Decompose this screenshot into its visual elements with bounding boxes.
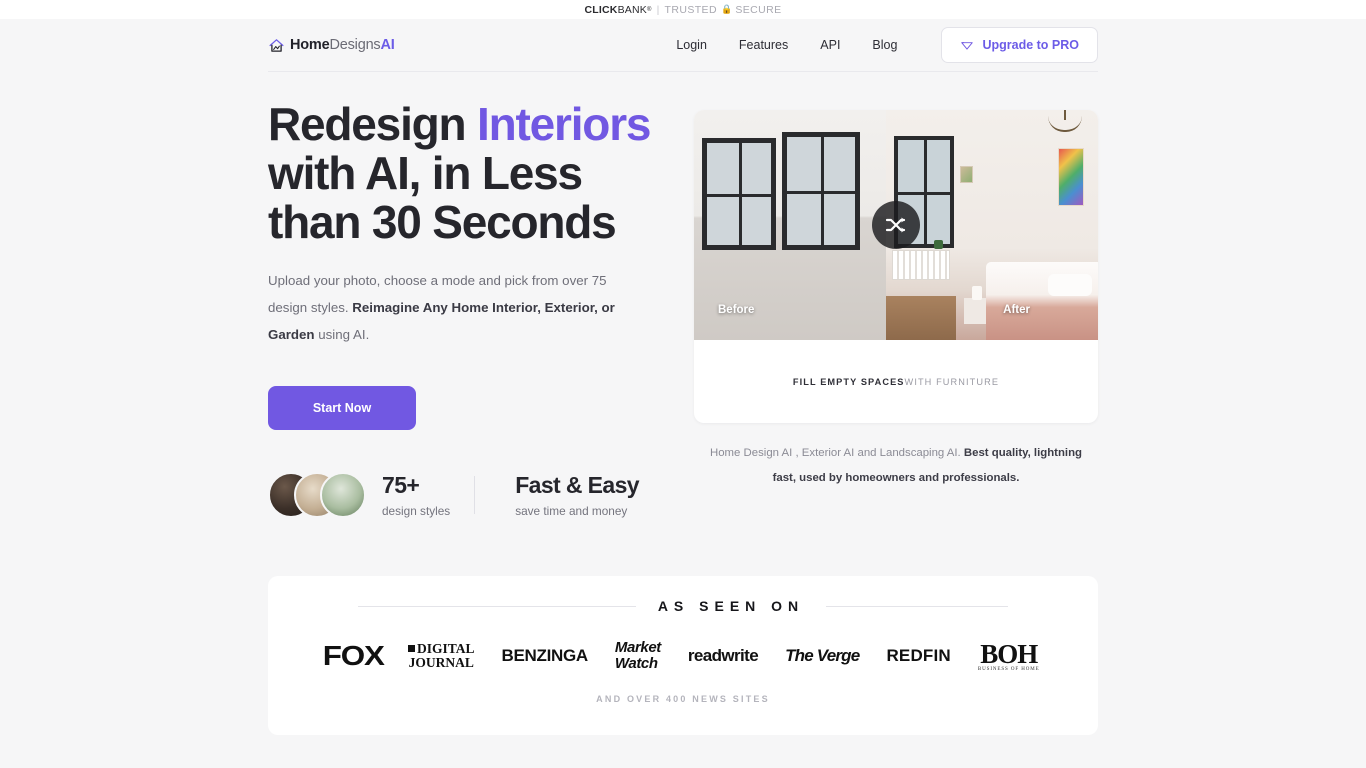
press-logo-marketwatch: Market Watch	[615, 640, 661, 672]
marketwatch-line-1: Market	[614, 639, 661, 656]
press-logo-fox: FOX	[323, 640, 385, 671]
stat-count-label: design styles	[382, 504, 451, 518]
nav-item-features[interactable]: Features	[723, 32, 804, 58]
digital-journal-line-2: JOURNAL	[408, 655, 474, 670]
main-navigation: Login Features API Blog Upgrade to PRO	[660, 27, 1098, 63]
logo-text-ai: AI	[380, 37, 395, 53]
divider-left	[357, 605, 636, 607]
press-logo-business-of-home: BOH BUSINESS OF HOME	[977, 638, 1040, 672]
caption-bold: FILL EMPTY SPACES	[792, 376, 905, 387]
marketwatch-line-2: Watch	[614, 655, 658, 672]
hero-subtitle: Upload your photo, choose a mode and pic…	[268, 267, 620, 348]
lock-icon: 🔒	[720, 4, 733, 14]
headline-part-2: with AI, in Less than 30 Seconds	[268, 147, 617, 248]
stat-fast-easy: Fast & Easy save time and money	[515, 472, 639, 518]
trustbar-secure-label: SECURE	[735, 3, 782, 16]
house-logo-icon	[269, 38, 284, 52]
before-label: Before	[718, 304, 755, 316]
after-label: After	[1003, 304, 1030, 316]
trustbar-separator: |	[656, 3, 660, 16]
divider-right	[826, 605, 1009, 607]
logo-text-home: Home	[290, 37, 330, 53]
before-image: Before	[694, 110, 886, 340]
showcase-note-part-1: Home Design AI , Exterior AI and Landsca…	[709, 447, 964, 459]
square-bullet-icon	[408, 645, 415, 652]
radiator	[892, 250, 950, 280]
press-logos: FOX DIGITAL JOURNAL BENZINGA Market Watc…	[268, 640, 1098, 672]
digital-journal-line-1: DIGITAL	[408, 642, 475, 656]
shuffle-icon	[885, 217, 906, 233]
pillow	[1048, 274, 1092, 296]
shuffle-button[interactable]	[872, 201, 920, 249]
press-logo-digital-journal: DIGITAL JOURNAL	[408, 642, 475, 670]
clickbank-brand-bold: CLICK	[584, 3, 618, 16]
headline-accent: Interiors	[477, 98, 651, 150]
press-logo-benzinga: BENZINGA	[501, 646, 589, 665]
nav-item-blog[interactable]: Blog	[856, 32, 913, 58]
caption-light: WITH FURNITURE	[904, 376, 1000, 387]
hero-subtitle-part-2: using AI.	[314, 327, 370, 342]
registered-mark: ®	[646, 6, 652, 13]
stat-count: 75+	[382, 472, 420, 498]
window-icon	[782, 132, 860, 250]
boh-full-name: BUSINESS OF HOME	[977, 666, 1040, 672]
hero-copy: Redesign Interiors with AI, in Less than…	[268, 100, 668, 518]
logo[interactable]: HomeDesignsAI	[268, 37, 395, 54]
stat-design-styles: 75+ design styles	[382, 472, 450, 518]
chandelier-icon	[1048, 112, 1082, 132]
press-logo-readwrite: readwrite	[687, 646, 759, 665]
lamp	[972, 286, 982, 300]
start-now-button[interactable]: Start Now	[268, 386, 416, 430]
trustbar-trusted-label: TRUSTED	[664, 3, 717, 16]
stat-title: Fast & Easy	[515, 472, 640, 498]
boh-abbreviation: BOH	[980, 638, 1038, 669]
site-header: HomeDesignsAI Login Features API Blog Up…	[268, 19, 1098, 72]
page-title: Redesign Interiors with AI, in Less than…	[268, 100, 668, 247]
wood-floor	[886, 296, 956, 340]
wall-art	[1058, 148, 1084, 206]
plant	[934, 240, 943, 249]
showcase-note: Home Design AI , Exterior AI and Landsca…	[700, 441, 1092, 491]
landing-page: CLICK BANK ® | TRUSTED 🔒 SECURE HomeDesign…	[0, 0, 1366, 768]
gem-icon	[961, 42, 974, 50]
showcase-caption: FILL EMPTY SPACES WITH FURNITURE	[694, 340, 1098, 423]
hero-stats: 75+ design styles Fast & Easy save time …	[268, 472, 668, 518]
press-logo-the-verge: The Verge	[785, 646, 860, 665]
nightstand	[964, 298, 986, 324]
before-after-image[interactable]: Before After	[694, 110, 1098, 340]
upgrade-to-pro-button[interactable]: Upgrade to PRO	[941, 27, 1098, 63]
as-seen-on-title: AS SEEN ON	[657, 598, 805, 614]
logo-wordmark: HomeDesignsAI	[290, 37, 395, 53]
window-icon	[702, 138, 776, 250]
stats-divider	[474, 476, 476, 514]
small-wall-art	[960, 166, 973, 183]
nav-item-api[interactable]: API	[804, 32, 856, 58]
stat-title-label: save time and money	[515, 504, 628, 518]
as-seen-on-footer: AND OVER 400 NEWS SITES	[596, 694, 770, 704]
style-avatars	[268, 472, 366, 518]
logo-text-designs: Designs	[329, 37, 381, 53]
upgrade-to-pro-label: Upgrade to PRO	[982, 38, 1079, 52]
as-seen-on-section: AS SEEN ON FOX DIGITAL JOURNAL BENZINGA …	[268, 576, 1098, 735]
as-seen-on-header: AS SEEN ON	[268, 598, 1098, 614]
avatar	[320, 472, 366, 518]
before-after-card: Before After FILL EMPTY SPACES WITH FURN…	[694, 110, 1098, 423]
press-logo-redfin: REDFIN	[886, 646, 951, 665]
clickbank-brand-light: BANK	[617, 3, 647, 16]
headline-part-1: Redesign	[268, 98, 478, 150]
nav-item-login[interactable]: Login	[660, 32, 723, 58]
clickbank-trust-bar: CLICK BANK ® | TRUSTED 🔒 SECURE	[0, 0, 1366, 19]
